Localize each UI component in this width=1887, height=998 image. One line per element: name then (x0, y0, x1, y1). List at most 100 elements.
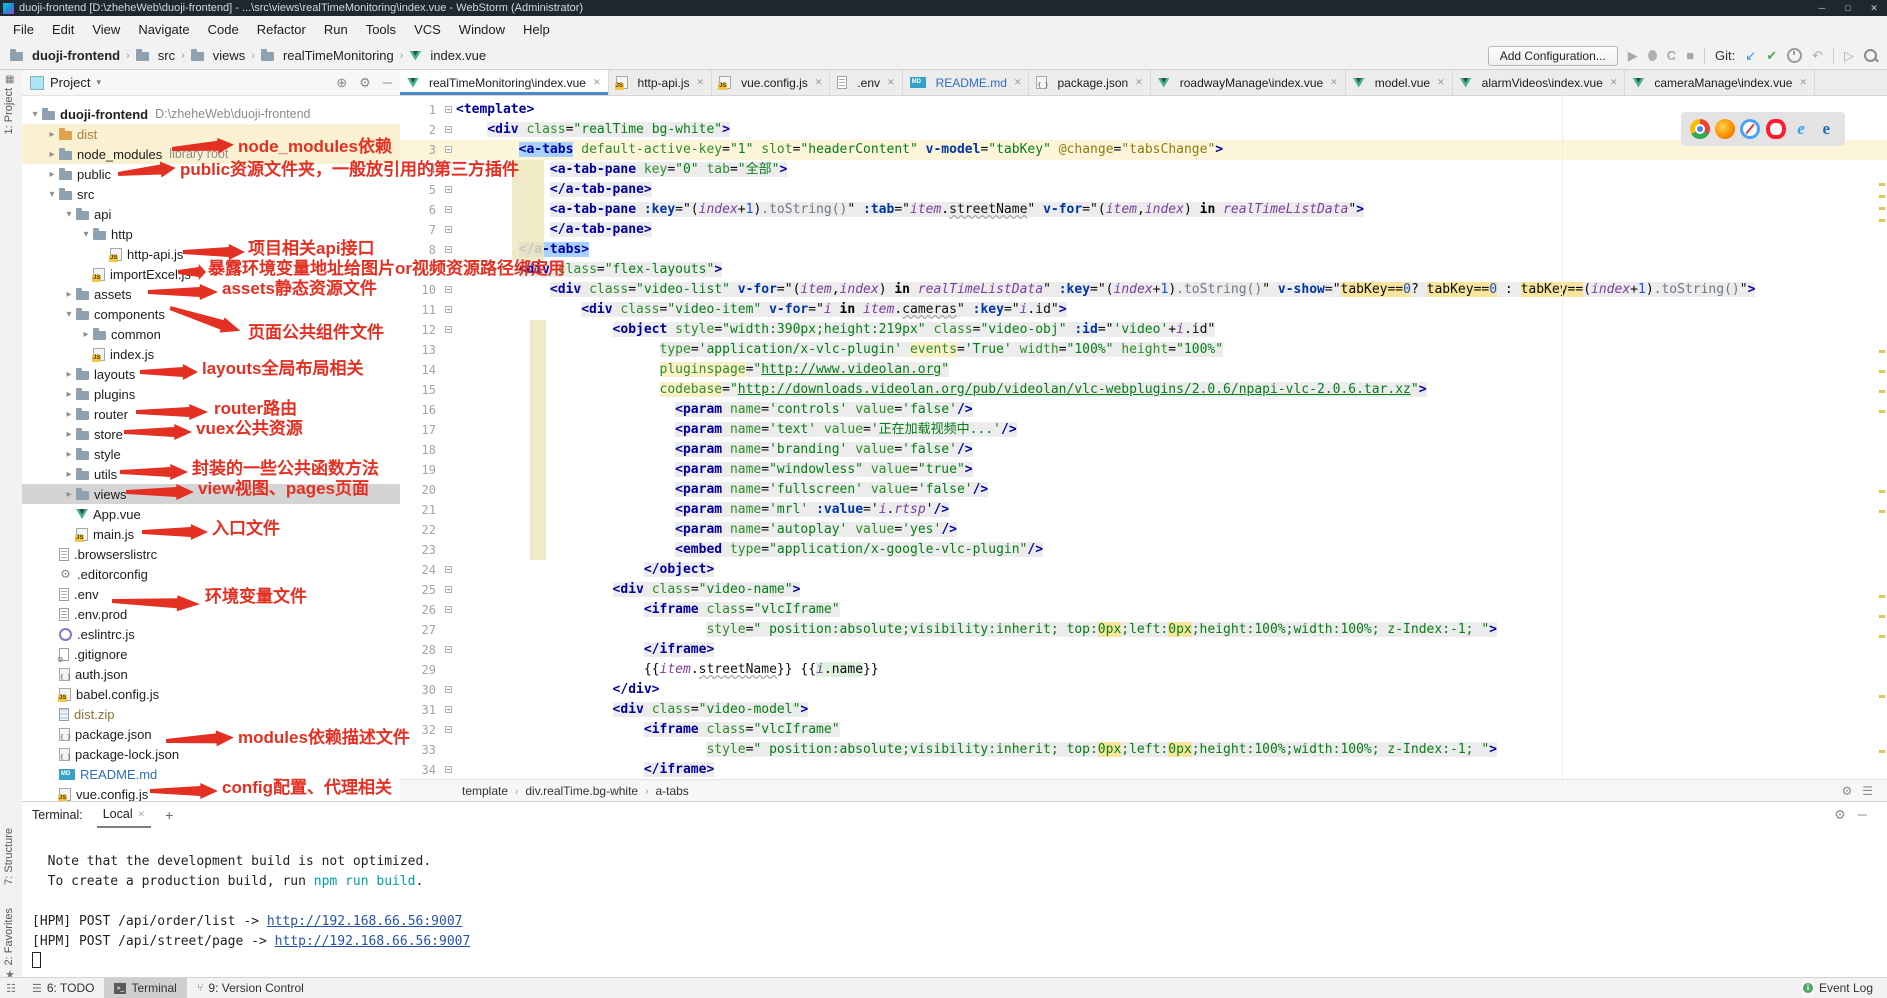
statusbar-6-todo[interactable]: ☰6: TODO (22, 978, 104, 998)
code-line-12[interactable]: 12 <object style="width:390px;height:219… (400, 320, 1887, 340)
tree-item-src[interactable]: ▾src (22, 184, 400, 204)
terminal-settings-gear-icon[interactable]: ⚙ (1834, 807, 1846, 823)
fold-marker[interactable] (443, 560, 456, 580)
code-line-30[interactable]: 30 </div> (400, 680, 1887, 700)
menu-run[interactable]: Run (315, 19, 357, 40)
code-line-16[interactable]: 16 <param name='controls' value='false'/… (400, 400, 1887, 420)
menu-refactor[interactable]: Refactor (248, 19, 315, 40)
editor-breadcrumb-div.realTime.bg-white[interactable]: div.realTime.bg-white (525, 784, 638, 798)
close-icon[interactable]: ✕ (1610, 77, 1618, 88)
breadcrumb-item-views[interactable]: views (191, 48, 246, 63)
safari-browser-icon[interactable] (1740, 119, 1760, 139)
tree-item-auth.json[interactable]: auth.json (22, 664, 400, 684)
code-line-13[interactable]: 13 type='application/x-vlc-plugin' event… (400, 340, 1887, 360)
code-line-24[interactable]: 24 </object> (400, 560, 1887, 580)
tab-model.vue[interactable]: model.vue✕ (1346, 70, 1453, 95)
minimize-button[interactable]: ─ (1809, 0, 1835, 16)
close-icon[interactable]: ✕ (1135, 77, 1143, 88)
stripe-structure-label[interactable]: 7: Structure (3, 828, 15, 885)
close-button[interactable]: ✕ (1861, 0, 1887, 16)
fold-marker[interactable] (443, 240, 456, 260)
chevron-down-icon[interactable]: ▾ (45, 189, 59, 200)
tree-item-common[interactable]: ▸common (22, 324, 400, 344)
settings-gear-icon[interactable]: ⚙ (359, 75, 371, 91)
edge-browser-icon[interactable]: e (1816, 119, 1836, 139)
locate-file-icon[interactable]: ⊕ (336, 75, 347, 91)
chevron-right-icon[interactable]: ▸ (62, 469, 76, 480)
code-line-4[interactable]: 4 <a-tab-pane key="0" tab="全部"> (400, 160, 1887, 180)
code-line-18[interactable]: 18 <param name='branding' value='false'/… (400, 440, 1887, 460)
code-line-31[interactable]: 31 <div class="video-model"> (400, 700, 1887, 720)
code-line-29[interactable]: 29 {{item.streetName}} {{i.name}} (400, 660, 1887, 680)
close-icon[interactable]: ✕ (887, 77, 895, 88)
tree-item-dist[interactable]: ▸dist (22, 124, 400, 144)
tab-README.md[interactable]: README.md✕ (903, 70, 1030, 95)
fold-marker[interactable] (443, 200, 456, 220)
breadcrumb-list-icon[interactable]: ☰ (1862, 784, 1873, 798)
chevron-down-icon[interactable]: ▾ (28, 109, 42, 120)
history-icon[interactable] (1787, 48, 1802, 63)
code-line-25[interactable]: 25 <div class="video-name"> (400, 580, 1887, 600)
terminal-link[interactable]: http://192.168.66.56:9007 (275, 934, 471, 949)
tree-item-babel.config.js[interactable]: babel.config.js (22, 684, 400, 704)
terminal-link[interactable]: http://192.168.66.56:9007 (267, 914, 463, 929)
maximize-button[interactable]: □ (1835, 0, 1861, 16)
run-anything-icon[interactable]: ▷ (1844, 49, 1854, 63)
menu-edit[interactable]: Edit (43, 19, 83, 40)
fold-marker[interactable] (443, 100, 456, 120)
menu-code[interactable]: Code (199, 19, 248, 40)
chevron-right-icon[interactable]: ▸ (62, 489, 76, 500)
tree-item-plugins[interactable]: ▸plugins (22, 384, 400, 404)
tree-item-http-api.js[interactable]: http-api.js (22, 244, 400, 264)
git-commit-icon[interactable]: ✔ (1766, 49, 1777, 63)
menu-help[interactable]: Help (514, 19, 559, 40)
chevron-right-icon[interactable]: ▸ (45, 149, 59, 160)
tree-item-style[interactable]: ▸style (22, 444, 400, 464)
menu-file[interactable]: File (4, 19, 43, 40)
fold-marker[interactable] (443, 300, 456, 320)
event-log-button[interactable]: i Event Log (1803, 981, 1887, 995)
close-icon[interactable]: ✕ (1014, 77, 1022, 88)
menu-navigate[interactable]: Navigate (129, 19, 198, 40)
git-update-icon[interactable]: ↙ (1745, 49, 1756, 63)
chevron-down-icon[interactable]: ▾ (62, 309, 76, 320)
chevron-down-icon[interactable]: ▾ (79, 229, 93, 240)
fold-marker[interactable] (443, 700, 456, 720)
editor-breadcrumb-a-tabs[interactable]: a-tabs (655, 784, 688, 798)
tree-item-package-lock.json[interactable]: package-lock.json (22, 744, 400, 764)
tree-item-.gitignore[interactable]: .gitignore (22, 644, 400, 664)
code-line-10[interactable]: 10 <div class="video-list" v-for="(item,… (400, 280, 1887, 300)
chevron-right-icon[interactable]: ▸ (79, 329, 93, 340)
tree-item-index.js[interactable]: index.js (22, 344, 400, 364)
tab-roadwayManage-index.vue[interactable]: roadwayManage\index.vue✕ (1151, 70, 1346, 95)
tree-item-node_modules[interactable]: ▸node_moduleslibrary root (22, 144, 400, 164)
project-panel-title[interactable]: Project (50, 75, 90, 90)
tree-item-vue.config.js[interactable]: vue.config.js (22, 784, 400, 802)
fold-marker[interactable] (443, 320, 456, 340)
ie-browser-icon[interactable]: e (1791, 119, 1811, 139)
chevron-right-icon[interactable]: ▸ (62, 289, 76, 300)
chevron-right-icon[interactable]: ▸ (62, 389, 76, 400)
profiler-icon[interactable]: C (1667, 49, 1676, 63)
terminal-output[interactable]: Note that the development build is not o… (22, 828, 1887, 973)
debug-icon[interactable] (1648, 50, 1657, 61)
firefox-browser-icon[interactable] (1715, 119, 1735, 139)
tree-item-views[interactable]: ▸views (22, 484, 400, 504)
stripe-project-label[interactable]: 1: Project (3, 88, 15, 134)
search-everywhere-icon[interactable] (1864, 49, 1877, 62)
chevron-down-icon[interactable]: ▾ (62, 209, 76, 220)
breadcrumb-item-duoji-frontend[interactable]: duoji-frontend (10, 48, 120, 63)
menu-view[interactable]: View (83, 19, 129, 40)
tree-item-components[interactable]: ▾components (22, 304, 400, 324)
fold-marker[interactable] (443, 760, 456, 780)
menu-window[interactable]: Window (450, 19, 514, 40)
code-line-22[interactable]: 22 <param name='autoplay' value='yes'/> (400, 520, 1887, 540)
code-line-21[interactable]: 21 <param name='mrl' :value='i.rtsp'/> (400, 500, 1887, 520)
code-line-19[interactable]: 19 <param name="windowless" value="true"… (400, 460, 1887, 480)
editor-breadcrumb-template[interactable]: template (462, 784, 508, 798)
tree-item-.eslintrc.js[interactable]: .eslintrc.js (22, 624, 400, 644)
code-line-26[interactable]: 26 <iframe class="vlcIframe" (400, 600, 1887, 620)
code-line-20[interactable]: 20 <param name='fullscreen' value='false… (400, 480, 1887, 500)
statusbar-9-version-control[interactable]: ⑂9: Version Control (187, 978, 314, 998)
tree-item-assets[interactable]: ▸assets (22, 284, 400, 304)
